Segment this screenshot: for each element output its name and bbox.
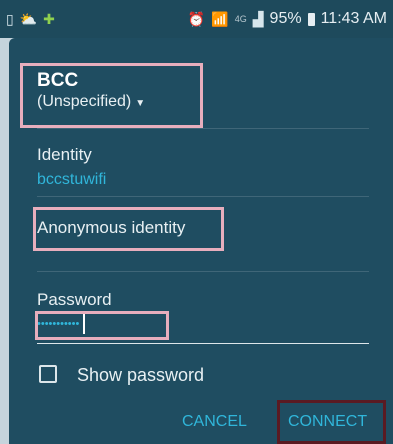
notification-icon: ▯ [6, 10, 14, 27]
eap-method-value: (Unspecified) [37, 93, 132, 110]
battery-icon [307, 12, 315, 26]
battery-percent: 95% [269, 10, 302, 27]
dropdown-arrow-icon: ▼ [135, 98, 146, 109]
wifi-config-dialog: BCC (Unspecified) ▼ Identity bccstuwifi A… [9, 38, 393, 444]
weather-icon: ⛅ [19, 10, 38, 27]
password-label: Password [37, 290, 112, 309]
show-password-label[interactable]: Show password [77, 365, 204, 386]
text-cursor [83, 314, 86, 334]
show-password-checkbox[interactable] [39, 365, 57, 383]
wifi-icon: 📶 [211, 10, 229, 27]
status-bar-left: ▯ ⛅ ✚ [6, 11, 55, 28]
alarm-icon: ⏰ [187, 10, 206, 27]
eap-method-dropdown[interactable]: (Unspecified) ▼ [37, 93, 145, 111]
status-bar: ▯ ⛅ ✚ ⏰ 📶 4G ▟ 95% 11:43 AM [0, 0, 393, 38]
connect-button[interactable]: CONNECT [288, 413, 367, 431]
dialog-title: BCC [37, 70, 79, 91]
signal-icon: ▟ [252, 10, 264, 27]
divider [37, 271, 369, 272]
android-icon: ✚ [43, 10, 55, 27]
divider [37, 128, 369, 129]
password-field[interactable]: ••••••••••• [37, 312, 167, 336]
divider [37, 196, 369, 197]
clock: 11:43 AM [320, 10, 387, 27]
password-value: ••••••••••• [37, 318, 80, 330]
network-label: 4G [234, 14, 247, 24]
status-bar-right: ⏰ 📶 4G ▟ 95% 11:43 AM [188, 10, 387, 28]
identity-field[interactable]: bccstuwifi [37, 171, 106, 189]
cancel-button[interactable]: CANCEL [182, 413, 247, 431]
anonymous-identity-field[interactable]: Anonymous identity [37, 218, 185, 238]
password-underline [37, 343, 369, 344]
identity-label: Identity [37, 145, 92, 164]
